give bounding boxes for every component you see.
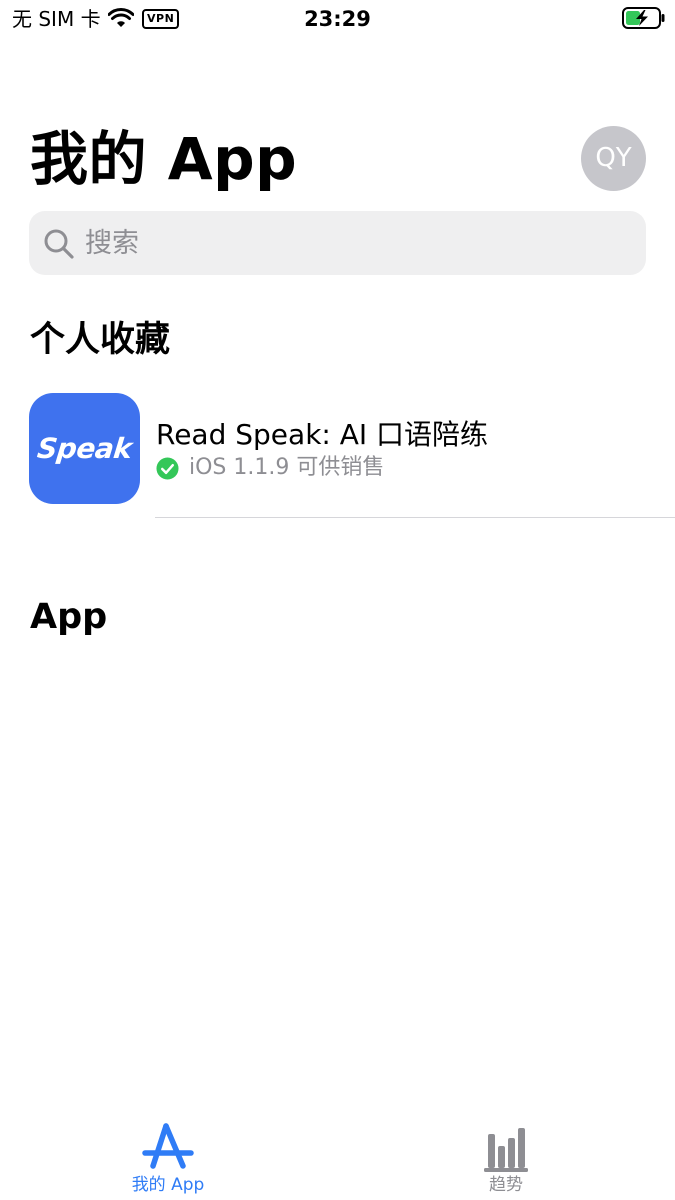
tab-trends[interactable]: 趋势 — [406, 1110, 606, 1200]
status-bar: 无 SIM 卡 VPN 23:29 — [0, 0, 675, 40]
tab-my-apps[interactable]: 我的 App — [68, 1110, 268, 1200]
tab-trends-label: 趋势 — [489, 1175, 523, 1195]
app-name: Read Speak: AI 口语陪练 — [156, 418, 489, 451]
search-bar[interactable] — [29, 211, 646, 275]
favorite-app-row[interactable]: Speak Read Speak: AI 口语陪练 iOS 1.1.9 可供销售 — [0, 392, 675, 519]
apps-section-title: App — [30, 597, 108, 637]
app-icon-wordmark: Speak — [35, 432, 134, 465]
tab-my-apps-label: 我的 App — [131, 1175, 205, 1195]
carrier-label: 无 SIM 卡 — [12, 7, 101, 31]
check-circle-icon — [156, 457, 179, 480]
wifi-icon — [108, 8, 134, 27]
search-input[interactable] — [85, 223, 625, 263]
app-status-text: iOS 1.1.9 可供销售 — [189, 455, 385, 480]
search-icon — [44, 229, 74, 259]
app-store-icon — [142, 1123, 194, 1169]
favorites-section-title: 个人收藏 — [30, 320, 171, 360]
tab-bar: 我的 App 趋势 — [0, 1110, 675, 1200]
status-time: 23:29 — [304, 7, 371, 31]
account-avatar-button[interactable]: QY — [581, 126, 646, 191]
row-divider — [155, 517, 675, 518]
app-icon[interactable]: Speak — [29, 393, 140, 504]
battery-charging-icon — [622, 7, 665, 29]
bar-chart-icon — [484, 1128, 528, 1172]
page-title: 我的 App — [30, 125, 298, 193]
vpn-badge: VPN — [142, 9, 180, 29]
